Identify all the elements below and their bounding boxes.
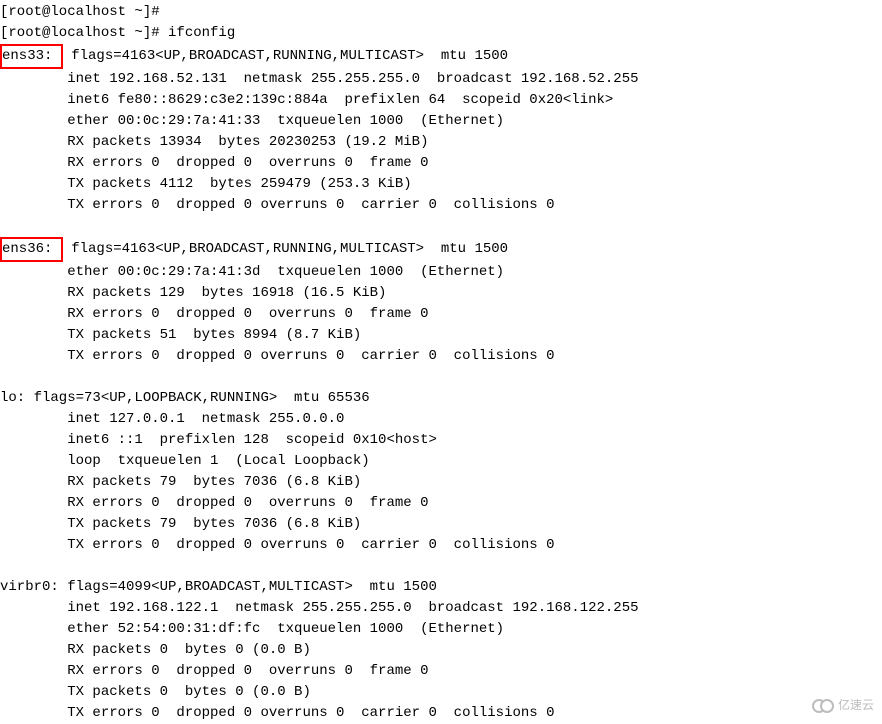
iface-lo-inet6: inet6 ::1 prefixlen 128 scopeid 0x10<hos…: [0, 430, 882, 451]
iface-ens36-flags: flags=4163<UP,BROADCAST,RUNNING,MULTICAS…: [63, 241, 508, 257]
iface-lo-header: lo: flags=73<UP,LOOPBACK,RUNNING> mtu 65…: [0, 388, 882, 409]
iface-ens33-inet6: inet6 fe80::8629:c3e2:139c:884a prefixle…: [0, 90, 882, 111]
blank-line: [0, 556, 882, 577]
iface-virbr0-ether: ether 52:54:00:31:df:fc txqueuelen 1000 …: [0, 619, 882, 640]
iface-virbr0-rx-packets: RX packets 0 bytes 0 (0.0 B): [0, 640, 882, 661]
iface-virbr0-inet: inet 192.168.122.1 netmask 255.255.255.0…: [0, 598, 882, 619]
iface-lo-rx-errors: RX errors 0 dropped 0 overruns 0 frame 0: [0, 493, 882, 514]
iface-lo-rx-packets: RX packets 79 bytes 7036 (6.8 KiB): [0, 472, 882, 493]
iface-ens33-ether: ether 00:0c:29:7a:41:33 txqueuelen 1000 …: [0, 111, 882, 132]
terminal-output: [root@localhost ~]# [root@localhost ~]# …: [0, 2, 882, 724]
prompt-ifconfig[interactable]: [root@localhost ~]# ifconfig: [0, 23, 882, 44]
watermark-logo-icon: [812, 699, 834, 713]
iface-ens36-name-highlight: ens36:: [0, 237, 63, 262]
iface-ens36-block: ens36: flags=4163<UP,BROADCAST,RUNNING,M…: [0, 237, 882, 367]
iface-lo-block: lo: flags=73<UP,LOOPBACK,RUNNING> mtu 65…: [0, 388, 882, 556]
iface-ens36-tx-packets: TX packets 51 bytes 8994 (8.7 KiB): [0, 325, 882, 346]
iface-virbr0-rx-errors: RX errors 0 dropped 0 overruns 0 frame 0: [0, 661, 882, 682]
iface-ens36-rx-packets: RX packets 129 bytes 16918 (16.5 KiB): [0, 283, 882, 304]
prompt-empty[interactable]: [root@localhost ~]#: [0, 2, 882, 23]
iface-ens36-tx-errors: TX errors 0 dropped 0 overruns 0 carrier…: [0, 346, 882, 367]
iface-ens33-tx-errors: TX errors 0 dropped 0 overruns 0 carrier…: [0, 195, 882, 216]
iface-ens33-tx-packets: TX packets 4112 bytes 259479 (253.3 KiB): [0, 174, 882, 195]
iface-ens36-header: ens36: flags=4163<UP,BROADCAST,RUNNING,M…: [0, 237, 882, 262]
iface-virbr0-block: virbr0: flags=4099<UP,BROADCAST,MULTICAS…: [0, 577, 882, 724]
watermark-text: 亿速云: [838, 695, 874, 716]
blank-line: [0, 367, 882, 388]
iface-ens33-header: ens33: flags=4163<UP,BROADCAST,RUNNING,M…: [0, 44, 882, 69]
iface-ens33-inet: inet 192.168.52.131 netmask 255.255.255.…: [0, 69, 882, 90]
iface-ens33-rx-packets: RX packets 13934 bytes 20230253 (19.2 Mi…: [0, 132, 882, 153]
iface-ens36-rx-errors: RX errors 0 dropped 0 overruns 0 frame 0: [0, 304, 882, 325]
iface-ens33-name-highlight: ens33:: [0, 44, 63, 69]
iface-lo-tx-errors: TX errors 0 dropped 0 overruns 0 carrier…: [0, 535, 882, 556]
iface-ens36-ether: ether 00:0c:29:7a:41:3d txqueuelen 1000 …: [0, 262, 882, 283]
watermark: 亿速云: [812, 695, 874, 716]
iface-lo-loop: loop txqueuelen 1 (Local Loopback): [0, 451, 882, 472]
iface-ens33-rx-errors: RX errors 0 dropped 0 overruns 0 frame 0: [0, 153, 882, 174]
iface-virbr0-header: virbr0: flags=4099<UP,BROADCAST,MULTICAS…: [0, 577, 882, 598]
iface-virbr0-tx-errors: TX errors 0 dropped 0 overruns 0 carrier…: [0, 703, 882, 724]
iface-lo-inet: inet 127.0.0.1 netmask 255.0.0.0: [0, 409, 882, 430]
iface-ens33-flags: flags=4163<UP,BROADCAST,RUNNING,MULTICAS…: [63, 48, 508, 64]
iface-ens33-block: ens33: flags=4163<UP,BROADCAST,RUNNING,M…: [0, 44, 882, 216]
blank-line: [0, 216, 882, 237]
iface-virbr0-tx-packets: TX packets 0 bytes 0 (0.0 B): [0, 682, 882, 703]
iface-lo-tx-packets: TX packets 79 bytes 7036 (6.8 KiB): [0, 514, 882, 535]
